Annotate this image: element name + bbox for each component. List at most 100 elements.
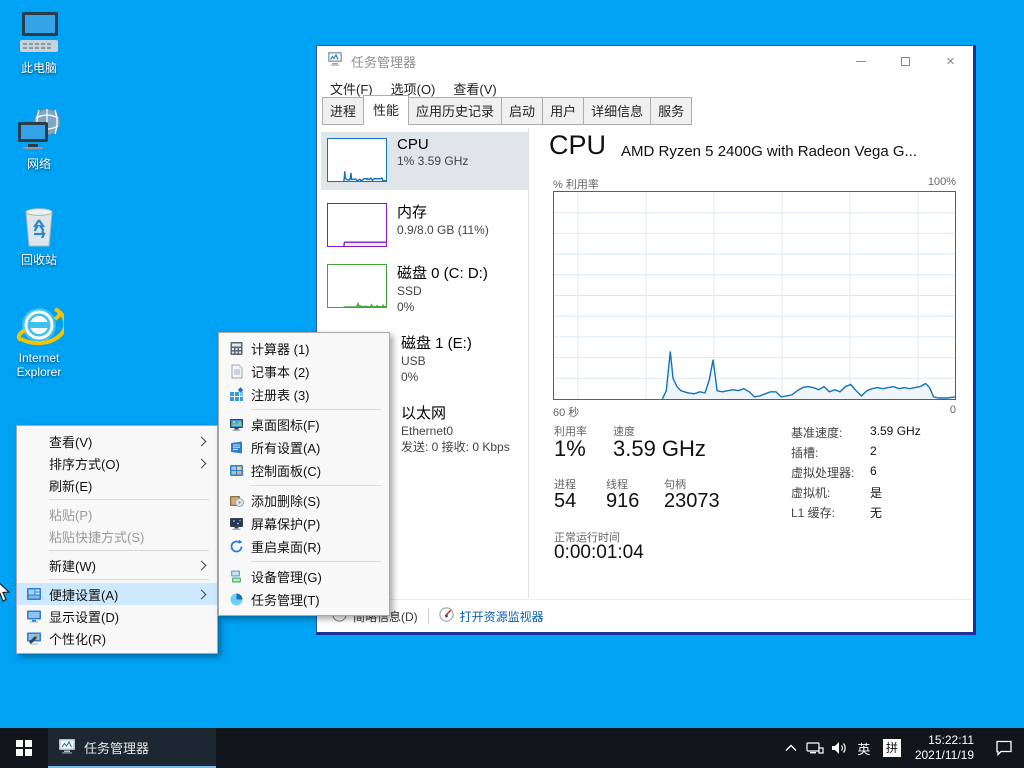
sockets-label: 插槽: xyxy=(791,444,818,461)
task-manager-taskbar-icon xyxy=(58,737,76,758)
base-speed-label: 基准速度: xyxy=(791,424,842,441)
submenu-item-control-panel[interactable]: 控制面板(C) xyxy=(219,459,389,482)
screensaver-icon xyxy=(221,516,251,531)
menu-item-personalize[interactable]: 个性化(R) xyxy=(17,627,217,649)
clock-time: 15:22:11 xyxy=(915,733,974,748)
desktop: { "desktop": { "background_color": "#00a… xyxy=(0,0,1024,768)
processes-value: 54 xyxy=(554,490,576,513)
taskbar-app-label: 任务管理器 xyxy=(84,738,149,757)
tab-app-history[interactable]: 应用历史记录 xyxy=(408,97,502,125)
menu-separator xyxy=(251,561,381,562)
sidebar-disk0-usage: 0% xyxy=(397,299,488,315)
submenu-item-notepad[interactable]: 记事本 (2) xyxy=(219,360,389,383)
submenu-arrow-icon xyxy=(197,458,207,468)
submenu-item-device-manager[interactable]: 设备管理(G) xyxy=(219,565,389,588)
submenu-item-add-remove[interactable]: 添加删除(S) xyxy=(219,489,389,512)
submenu-item-restart-desktop[interactable]: 重启桌面(R) xyxy=(219,535,389,558)
tab-bar: 进程 性能 应用历史记录 启动 用户 详细信息 服务 xyxy=(317,100,973,126)
close-button[interactable]: × xyxy=(928,46,973,76)
menu-item-new[interactable]: 新建(W) xyxy=(17,554,217,576)
virtual-machine-value: 是 xyxy=(870,484,882,501)
action-center-icon[interactable] xyxy=(984,740,1024,756)
clock-date: 2021/11/19 xyxy=(915,748,974,763)
menu-item-view[interactable]: 查看(V) xyxy=(17,430,217,452)
tab-performance[interactable]: 性能 xyxy=(363,95,409,125)
volume-tray-icon[interactable] xyxy=(827,728,851,768)
submenu-arrow-icon xyxy=(197,436,207,446)
tab-startup[interactable]: 启动 xyxy=(501,97,543,125)
cpu-utilization-chart[interactable] xyxy=(553,191,956,400)
desktop-icon-network[interactable]: 网络 xyxy=(0,106,78,171)
this-pc-icon xyxy=(14,10,64,58)
system-tray: 英 拼 15:22:11 2021/11/19 xyxy=(779,728,1024,768)
threads-value: 916 xyxy=(606,490,639,513)
submenu-item-desktop-icons[interactable]: 桌面图标(F) xyxy=(219,413,389,436)
submenu-item-screensaver[interactable]: 屏幕保护(P) xyxy=(219,512,389,535)
desktop-icon-this-pc[interactable]: 此电脑 xyxy=(0,10,78,75)
mouse-cursor xyxy=(0,578,11,609)
menu-item-sort-by[interactable]: 排序方式(O) xyxy=(17,452,217,474)
registry-icon xyxy=(221,387,251,402)
menu-separator xyxy=(49,499,209,500)
tab-users[interactable]: 用户 xyxy=(542,97,584,125)
submenu-arrow-icon xyxy=(197,560,207,570)
virtual-machine-label: 虚拟机: xyxy=(791,484,830,501)
sockets-value: 2 xyxy=(870,444,877,458)
disk0-mini-graph xyxy=(327,264,387,308)
task-manager-app-icon xyxy=(327,51,343,72)
titlebar[interactable]: 任务管理器 × xyxy=(317,46,973,76)
minimize-button[interactable] xyxy=(838,46,883,76)
network-tray-icon[interactable] xyxy=(803,728,827,768)
sidebar-item-cpu[interactable]: CPU 1% 3.59 GHz xyxy=(321,132,528,190)
desktop-context-menu: 查看(V) 排序方式(O) 刷新(E) 粘贴(P) 粘贴快捷方式(S) 新建(W… xyxy=(16,425,218,654)
statusbar: 简略信息(D) 打开资源监视器 xyxy=(318,599,972,632)
menu-item-quick-settings[interactable]: 便捷设置(A) xyxy=(17,583,217,605)
desktop-icon-recycle-bin[interactable]: 回收站 xyxy=(0,202,78,267)
sidebar-cpu-stats: 1% 3.59 GHz xyxy=(397,153,468,169)
taskbar-app-task-manager[interactable]: 任务管理器 xyxy=(48,728,216,768)
menu-item-display-settings[interactable]: 显示设置(D) xyxy=(17,605,217,627)
menu-item-paste-shortcut: 粘贴快捷方式(S) xyxy=(17,525,217,547)
tray-chevron-icon[interactable] xyxy=(779,728,803,768)
tab-details[interactable]: 详细信息 xyxy=(583,97,651,125)
sidebar-disk0-title: 磁盘 0 (C: D:) xyxy=(397,262,488,283)
language-indicator[interactable]: 英 xyxy=(851,739,877,758)
util-axis-max: 100% xyxy=(912,176,956,188)
desktop-icon-label: 此电脑 xyxy=(0,61,78,75)
submenu-item-registry[interactable]: 注册表 (3) xyxy=(219,383,389,406)
submenu-item-task-manager[interactable]: 任务管理(T) xyxy=(219,588,389,611)
x-axis-left-label: 60 秒 xyxy=(553,404,579,420)
submenu-item-all-settings[interactable]: 所有设置(A) xyxy=(219,436,389,459)
tab-services[interactable]: 服务 xyxy=(650,97,692,125)
calculator-icon xyxy=(221,341,251,356)
sidebar-ethernet-name: Ethernet0 xyxy=(401,423,510,439)
maximize-button[interactable] xyxy=(883,46,928,76)
device-manager-icon xyxy=(221,569,251,584)
sidebar-item-memory[interactable]: 内存 0.9/8.0 GB (11%) xyxy=(321,197,528,255)
start-button[interactable] xyxy=(0,728,48,768)
taskbar: 任务管理器 英 拼 15:22:11 2021/11/19 xyxy=(0,728,1024,768)
windows-logo-icon xyxy=(16,740,32,756)
menu-separator xyxy=(251,409,381,410)
taskbar-clock[interactable]: 15:22:11 2021/11/19 xyxy=(907,733,984,763)
sidebar-disk1-usage: 0% xyxy=(401,369,472,385)
desktop-icon-internet-explorer[interactable]: Internet Explorer xyxy=(0,300,78,379)
x-axis-right-label: 0 xyxy=(917,404,956,416)
menu-item-refresh[interactable]: 刷新(E) xyxy=(17,474,217,496)
menu-separator xyxy=(49,579,209,580)
submenu-arrow-icon xyxy=(197,589,207,599)
open-resource-monitor-link[interactable]: 打开资源监视器 xyxy=(460,608,544,625)
all-settings-icon xyxy=(221,440,251,455)
sidebar-memory-title: 内存 xyxy=(397,201,489,222)
notepad-icon xyxy=(221,364,251,379)
submenu-item-calculator[interactable]: 计算器 (1) xyxy=(219,337,389,360)
cpu-heading: CPU xyxy=(549,130,606,161)
ime-mode-indicator[interactable]: 拼 xyxy=(883,739,901,757)
tab-processes[interactable]: 进程 xyxy=(322,97,364,125)
sidebar-disk0-type: SSD xyxy=(397,283,488,299)
resource-monitor-icon xyxy=(439,607,454,625)
personalize-icon xyxy=(19,630,49,646)
l1-cache-value: 无 xyxy=(870,504,882,521)
sidebar-item-disk0[interactable]: 磁盘 0 (C: D:) SSD 0% xyxy=(321,258,528,324)
base-speed-value: 3.59 GHz xyxy=(870,424,921,438)
